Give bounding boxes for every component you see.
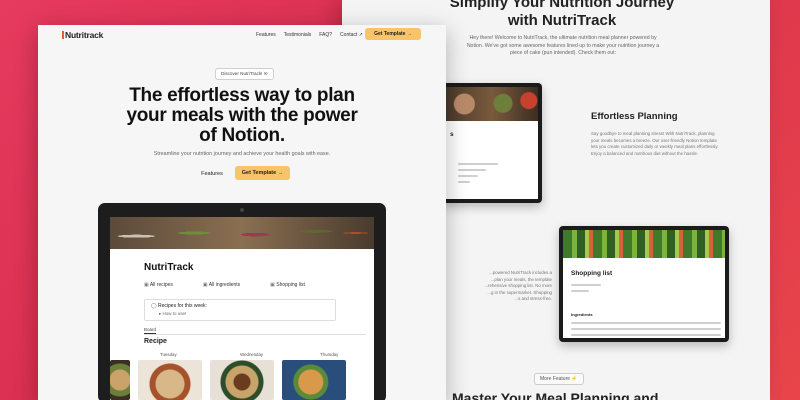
recipe-card-image[interactable] bbox=[110, 360, 130, 400]
hero-title: The effortless way to plan your meals wi… bbox=[126, 85, 358, 146]
tablet-preview-planning: s bbox=[442, 83, 542, 203]
board-tab[interactable]: Board bbox=[144, 327, 157, 334]
ingredients-heading: Ingredients bbox=[571, 312, 593, 317]
tablet-a-list bbox=[458, 163, 498, 187]
nav-link-testimonials[interactable]: Testimonials bbox=[284, 32, 312, 38]
tablet-screen: NutriTrack All recipes All ingredients S… bbox=[110, 217, 374, 400]
feature-description-2: ...powered NutriTrack includes a ...plan… bbox=[484, 270, 552, 301]
landing-page: Nutritrack Features Testimonials FAQ? Co… bbox=[38, 25, 446, 400]
logo-text: Nutritrack bbox=[65, 30, 104, 40]
shopping-list-link[interactable]: Shopping list bbox=[270, 282, 305, 288]
shopping-list-heading: Shopping list bbox=[571, 270, 613, 277]
day-tuesday: Tuesday bbox=[160, 352, 177, 357]
tablet-camera bbox=[240, 208, 244, 212]
tablet-preview-shopping: Shopping list Ingredients bbox=[559, 226, 729, 342]
logo[interactable]: Nutritrack bbox=[62, 30, 103, 40]
feature-page-intro: Hey there! Welcome to NutriTrack, the ul… bbox=[466, 35, 660, 56]
weekday-columns: Tuesday Wednesday Thursday bbox=[160, 352, 358, 357]
food-banner-image bbox=[110, 217, 374, 249]
recipe-card-image[interactable] bbox=[138, 360, 202, 400]
food-banner-image bbox=[446, 87, 538, 121]
recipe-card-image[interactable] bbox=[210, 360, 274, 400]
feature-title: Effortless Planning bbox=[591, 111, 678, 122]
feature-page-title: Simplify Your Nutrition Journey with Nut… bbox=[449, 0, 675, 29]
recipe-heading: Recipe bbox=[144, 338, 167, 345]
section-title-bottom: Master Your Meal Planning and bbox=[452, 390, 659, 400]
ingredients-lines bbox=[571, 322, 721, 338]
app-title: NutriTrack bbox=[144, 262, 194, 273]
tablet-mockup: NutriTrack All recipes All ingredients S… bbox=[98, 203, 386, 400]
recipe-cards bbox=[110, 360, 346, 400]
feature-description: Say goodbye to meal planning stress! Wit… bbox=[591, 131, 719, 156]
nav-link-features[interactable]: Features bbox=[256, 32, 276, 38]
more-feature-badge: More Feature ⚡ bbox=[534, 373, 584, 385]
callout-item[interactable]: How to use! bbox=[159, 311, 329, 317]
produce-banner-image bbox=[563, 230, 725, 258]
tablet-a-heading: s bbox=[450, 131, 454, 138]
weekly-recipes-callout: Recipes for this week: How to use! bbox=[144, 299, 336, 321]
day-thursday: Thursday bbox=[320, 352, 339, 357]
logo-mark-icon bbox=[62, 31, 64, 39]
shopping-list-lines bbox=[571, 284, 601, 296]
hero-subtitle: Streamline your nutrition journey and ac… bbox=[153, 151, 331, 157]
all-recipes-link[interactable]: All recipes bbox=[144, 282, 173, 288]
app-link-row: All recipes All ingredients Shopping lis… bbox=[144, 282, 305, 288]
nav-link-faq[interactable]: FAQ? bbox=[319, 32, 332, 38]
top-navbar: Nutritrack Features Testimonials FAQ? Co… bbox=[38, 25, 446, 45]
callout-title: Recipes for this week: bbox=[151, 303, 329, 309]
day-wednesday: Wednesday bbox=[240, 352, 264, 357]
recipe-card-image[interactable] bbox=[282, 360, 346, 400]
all-ingredients-link[interactable]: All ingredients bbox=[203, 282, 240, 288]
hero-features-button[interactable]: Features bbox=[195, 168, 229, 180]
divider bbox=[144, 334, 366, 335]
nav-get-template-button[interactable]: Get Template → bbox=[365, 28, 421, 40]
discover-badge: Discover NutriTrack! ✉ bbox=[215, 68, 274, 80]
nav-link-contact[interactable]: Contact ↗ bbox=[340, 32, 363, 38]
hero-get-template-button[interactable]: Get Template → bbox=[235, 166, 290, 180]
nav-links: Features Testimonials FAQ? Contact ↗ bbox=[256, 32, 363, 38]
